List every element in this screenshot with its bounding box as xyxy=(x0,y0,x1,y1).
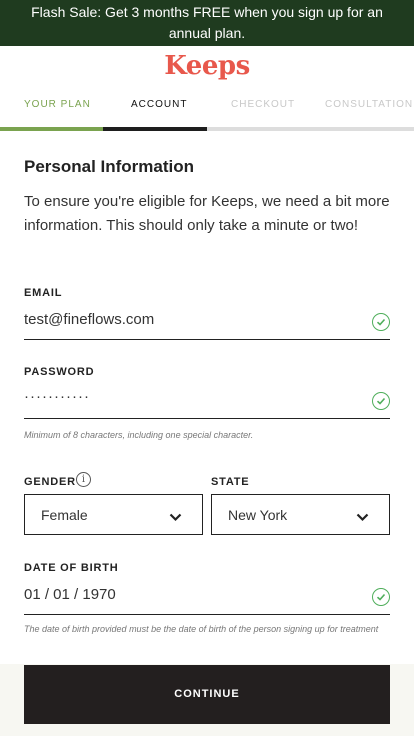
step-your-plan[interactable]: YOUR PLAN xyxy=(24,99,91,110)
dob-label: DATE OF BIRTH xyxy=(24,562,119,574)
state-select-value: New York xyxy=(228,507,288,523)
progress-segment-active xyxy=(103,127,207,131)
gender-select-value: Female xyxy=(41,507,88,523)
chevron-down-icon xyxy=(356,509,369,527)
step-checkout: CHECKOUT xyxy=(231,99,296,110)
gender-select[interactable]: Female xyxy=(24,494,203,535)
state-label: STATE xyxy=(211,476,250,488)
info-icon[interactable]: i xyxy=(76,472,91,487)
email-field[interactable]: test@fineflows.com xyxy=(24,311,154,328)
dob-field-underline xyxy=(24,614,390,615)
promo-banner: Flash Sale: Get 3 months FREE when you s… xyxy=(0,0,414,46)
step-account: ACCOUNT xyxy=(131,99,188,110)
state-select[interactable]: New York xyxy=(211,494,390,535)
dob-field[interactable]: 01 / 01 / 1970 xyxy=(24,586,116,603)
chevron-down-icon xyxy=(169,509,182,527)
intro-text: To ensure you're eligible for Keeps, we … xyxy=(24,193,390,234)
password-label: PASSWORD xyxy=(24,366,95,378)
keeps-logo[interactable]: Keeps xyxy=(0,51,414,81)
gender-label: GENDER xyxy=(24,476,76,488)
step-consultation: CONSULTATION xyxy=(325,99,414,110)
email-label: EMAIL xyxy=(24,287,63,299)
progress-segment-complete xyxy=(0,127,103,131)
password-field[interactable]: ··········· xyxy=(24,388,90,405)
email-valid-check-icon xyxy=(372,313,390,331)
promo-banner-text: Flash Sale: Get 3 months FREE when you s… xyxy=(31,4,383,41)
dob-valid-check-icon xyxy=(372,588,390,606)
email-field-underline xyxy=(24,339,390,340)
password-hint: Minimum of 8 characters, including one s… xyxy=(24,430,254,440)
continue-button[interactable]: CONTINUE xyxy=(24,665,390,724)
progress-segment-remaining xyxy=(207,127,414,131)
dob-hint: The date of birth provided must be the d… xyxy=(24,624,379,634)
password-valid-check-icon xyxy=(372,392,390,410)
password-field-underline xyxy=(24,418,390,419)
section-title: Personal Information xyxy=(24,157,195,176)
